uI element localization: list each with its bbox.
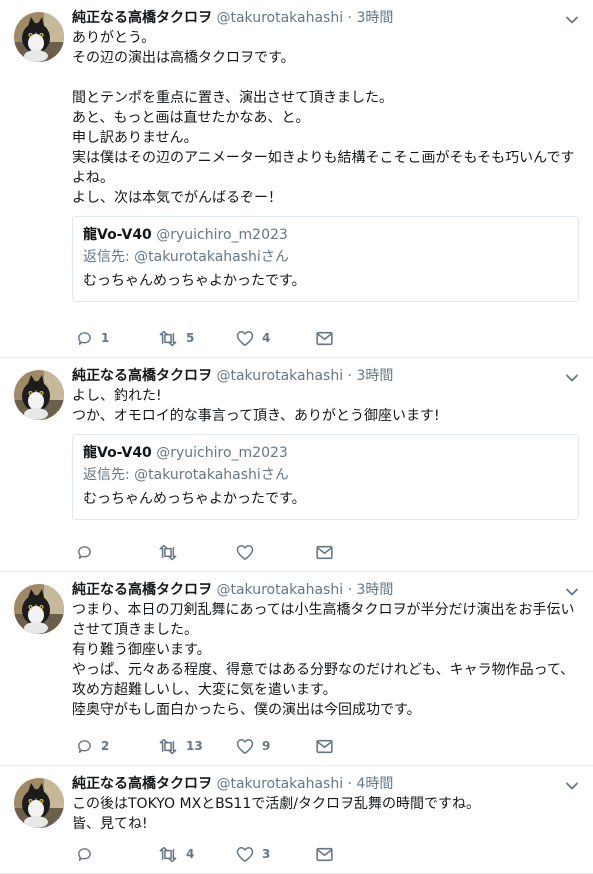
quoted-author-name: 龍Vo-V40 <box>83 445 152 461</box>
chevron-down-icon[interactable] <box>565 12 579 26</box>
replies-count: 1 <box>101 331 110 345</box>
tweet-text: よし、釣れた! つか、オモロイ的な事言って頂き、ありがとう御座います! <box>72 388 440 424</box>
author-handle[interactable]: @takurotakahashi <box>216 10 343 26</box>
heart-icon <box>236 738 254 755</box>
envelope-icon <box>316 739 333 754</box>
chevron-down-icon[interactable] <box>565 370 579 384</box>
quoted-tweet-text: むっちゃんめっちゃよかったです。 <box>83 273 306 289</box>
author-handle[interactable]: @takurotakahashi <box>216 368 343 384</box>
avatar[interactable] <box>14 370 64 420</box>
tweet-text: ありがとう。 その辺の演出は高橋タクロヲです。 間とテンポを重点に置き、演出させ… <box>72 30 575 206</box>
retweet-icon <box>158 544 178 561</box>
quoted-reply-to: 返信先: @takurotakahashiさん <box>83 467 289 483</box>
heart-icon <box>236 544 254 561</box>
like-button[interactable] <box>236 543 262 561</box>
replies-count: 2 <box>101 739 110 753</box>
envelope-icon <box>316 545 333 560</box>
like-button[interactable]: 4 <box>236 329 270 347</box>
retweet-button[interactable]: 13 <box>158 737 203 755</box>
tweet-header: 純正なる高橋タクロヲ @takurotakahashi · 4時間 <box>72 774 579 794</box>
tweet[interactable]: 純正なる高橋タクロヲ @takurotakahashi · 4時間 この後はTOK… <box>0 766 593 874</box>
chevron-down-icon[interactable] <box>565 584 579 598</box>
quoted-reply-to: 返信先: @takurotakahashiさん <box>83 249 289 265</box>
tweet-header: 純正なる高橋タクロヲ @takurotakahashi · 3時間 <box>72 8 579 28</box>
quoted-tweet-header: 龍Vo-V40 @ryuichiro_m2023 <box>83 225 568 245</box>
retweet-button[interactable]: 4 <box>158 845 194 863</box>
likes-count: 4 <box>262 331 271 345</box>
reply-button[interactable]: 1 <box>76 329 109 347</box>
quoted-author-handle: @ryuichiro_m2023 <box>156 227 288 243</box>
direct-message-button[interactable] <box>316 845 333 863</box>
tweet[interactable]: 純正なる高橋タクロヲ @takurotakahashi · 3時間 ありがとう。 … <box>0 0 593 358</box>
quoted-author-handle: @ryuichiro_m2023 <box>156 445 288 461</box>
timestamp[interactable]: 3時間 <box>356 10 393 26</box>
retweets-count: 4 <box>186 847 195 861</box>
quoted-tweet[interactable]: 龍Vo-V40 @ryuichiro_m2023 返信先: @takurotaka… <box>72 434 579 520</box>
envelope-icon <box>316 847 333 862</box>
reply-icon <box>76 738 93 755</box>
quoted-tweet[interactable]: 龍Vo-V40 @ryuichiro_m2023 返信先: @takurotaka… <box>72 216 579 302</box>
direct-message-button[interactable] <box>316 737 333 755</box>
tweet-actions: 1 5 4 <box>72 319 579 357</box>
reply-icon <box>76 846 93 863</box>
author-handle[interactable]: @takurotakahashi <box>216 582 343 598</box>
envelope-icon <box>316 331 333 346</box>
timestamp[interactable]: 4時間 <box>356 776 393 792</box>
quoted-tweet-header: 龍Vo-V40 @ryuichiro_m2023 <box>83 443 568 463</box>
tweet[interactable]: 純正なる高橋タクロヲ @takurotakahashi · 3時間 つまり、本日の… <box>0 572 593 766</box>
tweet-actions: 43 <box>72 835 579 873</box>
timestamp[interactable]: 3時間 <box>356 368 393 384</box>
retweet-icon <box>158 738 178 755</box>
separator-dot: · <box>347 582 353 598</box>
retweets-count: 5 <box>186 331 195 345</box>
quoted-author-name: 龍Vo-V40 <box>83 227 152 243</box>
reply-button[interactable]: 2 <box>76 737 109 755</box>
direct-message-button[interactable] <box>316 329 333 347</box>
reply-icon <box>76 330 93 347</box>
tweet-text: つまり、本日の刀剣乱舞にあっては小生高橋タクロヲが半分だけ演出をお手伝い させて… <box>72 602 575 718</box>
retweets-count: 13 <box>186 739 203 753</box>
avatar[interactable] <box>14 12 64 62</box>
heart-icon <box>236 846 254 863</box>
likes-count: 9 <box>262 739 271 753</box>
tweet-text: この後はTOKYO MXとBS11で活劇/タクロヲ乱舞の時間ですね。 皆、見てね… <box>72 796 480 832</box>
chevron-down-icon[interactable] <box>565 778 579 792</box>
direct-message-button[interactable] <box>316 543 333 561</box>
quoted-tweet-text: むっちゃんめっちゃよかったです。 <box>83 491 306 507</box>
separator-dot: · <box>347 368 353 384</box>
tweet-header: 純正なる高橋タクロヲ @takurotakahashi · 3時間 <box>72 366 579 386</box>
like-button[interactable]: 9 <box>236 737 270 755</box>
author-name[interactable]: 純正なる高橋タクロヲ <box>72 776 212 792</box>
retweet-icon <box>158 846 178 863</box>
heart-icon <box>236 330 254 347</box>
timeline: 純正なる高橋タクロヲ @takurotakahashi · 3時間 ありがとう。 … <box>0 0 593 874</box>
reply-button[interactable] <box>76 543 101 561</box>
reply-button[interactable] <box>76 845 101 863</box>
like-button[interactable]: 3 <box>236 845 270 863</box>
author-handle[interactable]: @takurotakahashi <box>216 776 343 792</box>
avatar[interactable] <box>14 584 64 634</box>
retweet-button[interactable] <box>158 543 186 561</box>
retweet-icon <box>158 330 178 347</box>
retweet-button[interactable]: 5 <box>158 329 194 347</box>
separator-dot: · <box>347 10 353 26</box>
author-name[interactable]: 純正なる高橋タクロヲ <box>72 582 212 598</box>
reply-icon <box>76 544 93 561</box>
separator-dot: · <box>347 776 353 792</box>
tweet[interactable]: 純正なる高橋タクロヲ @takurotakahashi · 3時間 よし、釣れた!… <box>0 358 593 572</box>
author-name[interactable]: 純正なる高橋タクロヲ <box>72 368 212 384</box>
tweet-header: 純正なる高橋タクロヲ @takurotakahashi · 3時間 <box>72 580 579 600</box>
timestamp[interactable]: 3時間 <box>356 582 393 598</box>
tweet-actions: 2 13 9 <box>72 727 579 765</box>
likes-count: 3 <box>262 847 271 861</box>
author-name[interactable]: 純正なる高橋タクロヲ <box>72 10 212 26</box>
avatar[interactable] <box>14 778 64 828</box>
tweet-actions <box>72 533 579 571</box>
